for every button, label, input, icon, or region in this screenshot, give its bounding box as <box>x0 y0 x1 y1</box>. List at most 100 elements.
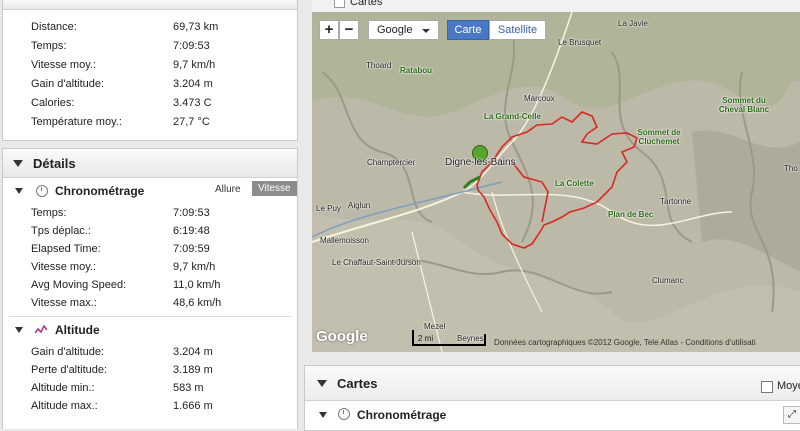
map-top-title: Cartes <box>350 0 383 8</box>
cartes-panel: Cartes Moyer Chronométrage ⤢ <box>304 365 800 431</box>
stat-value: 7:09:53 <box>173 40 210 52</box>
stat-label: Calories: <box>31 97 75 109</box>
stat-value: 7:09:59 <box>173 243 210 255</box>
place-label: Le Brusquet <box>558 38 602 47</box>
place-label: Ratabou <box>400 66 432 75</box>
chrono-rows: Temps: 7:09:53 Tps déplac.: 6:19:48 Elapsed … <box>3 204 297 312</box>
map-scale: 2 mi <box>412 324 490 346</box>
stat-row: Distance: 69,73 km <box>3 17 297 36</box>
clock-icon <box>338 408 350 420</box>
cartes-header[interactable]: Cartes Moyer <box>305 366 800 401</box>
stat-value: 11,0 km/h <box>173 279 221 291</box>
stat-row: Vitesse max.: 48,6 km/h <box>3 294 297 312</box>
cartes-chrono-title: Chronométrage <box>357 408 447 422</box>
stat-value: 48,6 km/h <box>173 297 222 309</box>
stat-label: Altitude max.: <box>31 400 98 412</box>
details-header[interactable]: Détails <box>3 149 297 178</box>
altitude-title: Altitude <box>55 323 100 337</box>
place-label: Le Chaffaut-Saint-Jurson <box>332 258 421 267</box>
stat-row: Gain d'altitude: 3.204 m <box>3 74 297 93</box>
stat-value: 3.204 m <box>173 78 213 90</box>
stat-row: Tps déplac.: 6:19:48 <box>3 222 297 240</box>
place-label: Le Puy <box>316 204 341 213</box>
stat-row: Perte d'altitude: 3.189 m <box>3 361 297 379</box>
stat-row: Vitesse moy.: 9,7 km/h <box>3 258 297 276</box>
stat-row: Altitude min.: 583 m <box>3 379 297 397</box>
altitude-rows: Gain d'altitude: 3.204 m Perte d'altitude:… <box>3 343 297 415</box>
stat-row: Gain d'altitude: 3.204 m <box>3 343 297 361</box>
stat-value: 583 m <box>173 382 204 394</box>
place-label: Sommet de Cluchemet <box>637 128 681 146</box>
map-provider-select[interactable]: Google <box>368 20 439 40</box>
details-panel: Détails Chronométrage Allure Vitesse Tem… <box>2 148 298 429</box>
chevron-down-icon <box>422 29 430 33</box>
map-attribution[interactable]: Données cartographiques ©2012 Google, Te… <box>494 338 756 347</box>
place-label: Mallemoisson <box>320 236 369 245</box>
place-label: Sommet du Cheval Blanc <box>718 96 770 114</box>
altitude-icon <box>35 325 47 334</box>
moyenne-checkbox-label: Moyer <box>777 380 800 392</box>
google-logo: Google <box>316 328 368 345</box>
place-label: La Javie <box>618 19 648 28</box>
place-label: La Colette <box>555 179 594 188</box>
stat-row: Avg Moving Speed: 11,0 km/h <box>3 276 297 294</box>
stat-label: Vitesse moy.: <box>31 261 97 273</box>
stat-value: 69,73 km <box>173 21 219 33</box>
map-view[interactable]: + − Google Carte Satellite La Javie Le B… <box>312 12 800 352</box>
place-label: Marcoux <box>524 94 555 103</box>
altitude-section-header[interactable]: Altitude <box>3 317 297 343</box>
map-type-carte-button[interactable]: Carte <box>447 20 489 40</box>
map-provider-label: Google <box>377 24 413 36</box>
left-column: Distance: 69,73 km Temps: 7:09:53 Vitesse mo… <box>0 0 298 429</box>
place-label: Digne-les-Bains <box>445 157 516 168</box>
stat-row: Temps: 7:09:53 <box>3 204 297 222</box>
stat-row: Altitude max.: 1.666 m <box>3 397 297 415</box>
tab-vitesse[interactable]: Vitesse <box>252 181 297 196</box>
place-label: Plan de Bec <box>608 210 654 219</box>
recap-header <box>3 0 297 10</box>
stat-row: Température moy.: 27,7 °C <box>3 112 297 131</box>
collapse-triangle-icon[interactable] <box>15 188 23 194</box>
stat-label: Temps: <box>31 207 67 219</box>
stat-label: Température moy.: <box>31 116 122 128</box>
place-label: Aiglun <box>348 201 371 210</box>
stat-value: 9,7 km/h <box>173 261 216 273</box>
stat-value: 3.204 m <box>173 346 213 358</box>
place-label: Clumanc <box>652 276 684 285</box>
collapse-triangle-icon[interactable] <box>13 160 23 167</box>
scale-label: 2 mi <box>418 334 434 343</box>
stat-row: Vitesse moy.: 9,7 km/h <box>3 55 297 74</box>
collapse-triangle-icon[interactable] <box>15 327 23 333</box>
moyenne-checkbox[interactable] <box>761 381 773 393</box>
stat-label: Temps: <box>31 40 67 52</box>
stat-value: 6:19:48 <box>173 225 210 237</box>
stat-label: Gain d'altitude: <box>31 346 105 358</box>
stat-row: Calories: 3.473 C <box>3 93 297 112</box>
stat-label: Distance: <box>31 21 77 33</box>
collapse-triangle-icon[interactable] <box>317 380 327 387</box>
details-title: Détails <box>33 156 76 171</box>
zoom-in-button[interactable]: + <box>319 20 339 40</box>
stat-value: 27,7 °C <box>173 116 210 128</box>
zoom-out-button[interactable]: − <box>339 20 359 40</box>
map-type-satellite-button[interactable]: Satellite <box>489 20 546 40</box>
stat-label: Avg Moving Speed: <box>31 279 127 291</box>
recap-panel: Distance: 69,73 km Temps: 7:09:53 Vitesse mo… <box>2 0 298 141</box>
stat-value: 3.189 m <box>173 364 213 376</box>
stat-label: Vitesse max.: <box>31 297 97 309</box>
expand-icon[interactable]: ⤢ <box>783 406 800 424</box>
stat-label: Altitude min.: <box>31 382 95 394</box>
tab-allure[interactable]: Allure <box>215 184 241 195</box>
place-label: Thoard <box>366 61 392 70</box>
map-checkbox-icon <box>334 0 345 8</box>
stat-value: 7:09:53 <box>173 207 210 219</box>
stat-label: Perte d'altitude: <box>31 364 108 376</box>
stat-value: 9,7 km/h <box>173 59 216 71</box>
stat-value: 1.666 m <box>173 400 213 412</box>
recap-rows: Distance: 69,73 km Temps: 7:09:53 Vitesse mo… <box>3 10 297 131</box>
stat-row: Temps: 7:09:53 <box>3 36 297 55</box>
collapse-triangle-icon[interactable] <box>319 412 327 418</box>
chrono-title: Chronométrage <box>55 184 145 198</box>
chrono-section-header[interactable]: Chronométrage Allure Vitesse <box>3 178 297 204</box>
stat-value: 3.473 C <box>173 97 212 109</box>
